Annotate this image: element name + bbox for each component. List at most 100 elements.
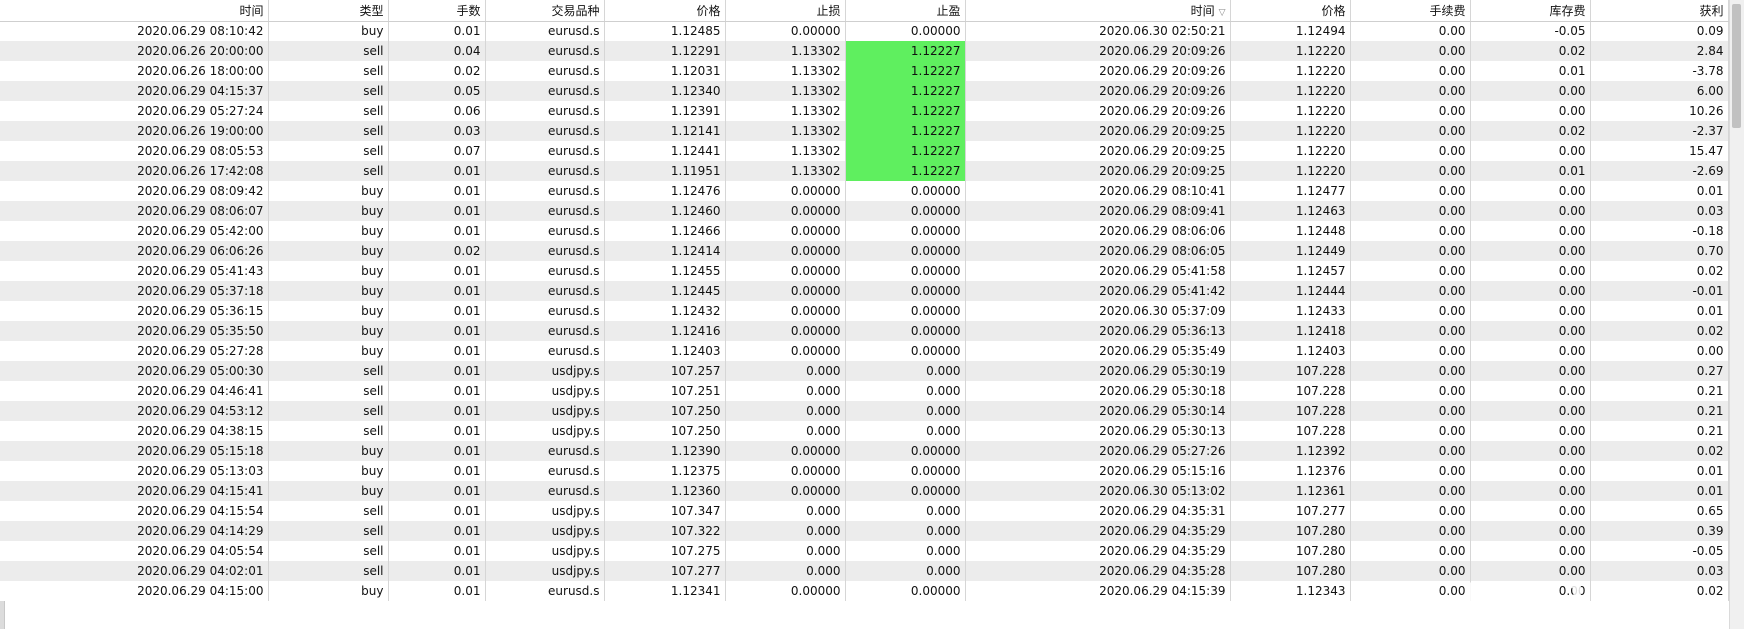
table-row[interactable]: 2020.06.29 04:15:37 sell 0.05 eurusd.s 1.123…: [0, 81, 1729, 101]
cell-close-time: 2020.06.29 04:35:29: [965, 521, 1231, 541]
cell-stop-loss: 0.00000: [725, 301, 846, 321]
cell-close-price: 107.277: [1230, 501, 1351, 521]
scrollbar-thumb[interactable]: [1732, 4, 1741, 128]
cell-symbol: eurusd.s: [485, 341, 605, 361]
column-header-volume[interactable]: 手数: [388, 0, 486, 22]
cell-close-price: 1.12433: [1230, 301, 1351, 321]
column-header-close-price[interactable]: 价格: [1230, 0, 1351, 22]
table-row[interactable]: 2020.06.29 04:05:54 sell 0.01 usdjpy.s 107.2…: [0, 541, 1729, 561]
cell-swap: 0.00: [1470, 221, 1591, 241]
cell-open-time: 2020.06.29 04:15:54: [0, 501, 269, 521]
table-row[interactable]: 2020.06.29 04:15:00 buy 0.01 eurusd.s 1.1234…: [0, 581, 1729, 601]
table-row[interactable]: 2020.06.26 18:00:00 sell 0.02 eurusd.s 1.120…: [0, 61, 1729, 81]
cell-symbol: eurusd.s: [485, 321, 605, 341]
table-row[interactable]: 2020.06.29 08:10:42 buy 0.01 eurusd.s 1.1248…: [0, 21, 1729, 41]
cell-symbol: eurusd.s: [485, 281, 605, 301]
column-header-open-time[interactable]: 时间: [0, 0, 269, 22]
cell-open-price: 1.12031: [604, 61, 726, 81]
table-row[interactable]: 2020.06.29 05:15:18 buy 0.01 eurusd.s 1.1239…: [0, 441, 1729, 461]
cell-stop-loss: 1.13302: [725, 101, 846, 121]
cell-type: sell: [268, 61, 389, 81]
table-row[interactable]: 2020.06.29 05:37:18 buy 0.01 eurusd.s 1.1244…: [0, 281, 1729, 301]
cell-open-price: 107.250: [604, 401, 726, 421]
cell-symbol: eurusd.s: [485, 301, 605, 321]
cell-commission: 0.00: [1350, 201, 1471, 221]
table-row[interactable]: 2020.06.29 05:13:03 buy 0.01 eurusd.s 1.1237…: [0, 461, 1729, 481]
column-header-swap[interactable]: 库存费: [1470, 0, 1591, 22]
cell-take-profit: 0.00000: [845, 321, 966, 341]
cell-take-profit: 1.12227: [845, 101, 966, 121]
column-header-close-time[interactable]: 时间 ▽: [965, 0, 1231, 22]
cell-commission: 0.00: [1350, 61, 1471, 81]
table-row[interactable]: 2020.06.29 05:41:43 buy 0.01 eurusd.s 1.1245…: [0, 261, 1729, 281]
cell-stop-loss: 0.000: [725, 541, 846, 561]
table-row[interactable]: 2020.06.29 05:36:15 buy 0.01 eurusd.s 1.1243…: [0, 301, 1729, 321]
cell-open-price: 1.12485: [604, 21, 726, 41]
cell-stop-loss: 0.000: [725, 381, 846, 401]
table-row[interactable]: 2020.06.29 04:15:54 sell 0.01 usdjpy.s 107.3…: [0, 501, 1729, 521]
cell-commission: 0.00: [1350, 541, 1471, 561]
cell-swap: -0.05: [1470, 21, 1591, 41]
column-header-profit[interactable]: 获利: [1590, 0, 1729, 22]
cell-close-price: 1.12444: [1230, 281, 1351, 301]
cell-type: buy: [268, 21, 389, 41]
table-row[interactable]: 2020.06.29 08:06:07 buy 0.01 eurusd.s 1.1246…: [0, 201, 1729, 221]
table-row[interactable]: 2020.06.29 05:35:50 buy 0.01 eurusd.s 1.1241…: [0, 321, 1729, 341]
cell-close-time: 2020.06.29 05:35:49: [965, 341, 1231, 361]
cell-take-profit: 0.00000: [845, 181, 966, 201]
table-row[interactable]: 2020.06.26 19:00:00 sell 0.03 eurusd.s 1.121…: [0, 121, 1729, 141]
cell-close-time: 2020.06.29 20:09:25: [965, 121, 1231, 141]
cell-commission: 0.00: [1350, 481, 1471, 501]
cell-open-price: 1.12391: [604, 101, 726, 121]
table-row[interactable]: 2020.06.29 04:02:01 sell 0.01 usdjpy.s 107.2…: [0, 561, 1729, 581]
cell-close-price: 1.12477: [1230, 181, 1351, 201]
cell-volume: 0.03: [388, 121, 486, 141]
table-row[interactable]: 2020.06.29 04:53:12 sell 0.01 usdjpy.s 107.2…: [0, 401, 1729, 421]
table-row[interactable]: 2020.06.29 06:06:26 buy 0.02 eurusd.s 1.1241…: [0, 241, 1729, 261]
table-row[interactable]: 2020.06.29 08:09:42 buy 0.01 eurusd.s 1.1247…: [0, 181, 1729, 201]
cell-type: sell: [268, 381, 389, 401]
cell-symbol: usdjpy.s: [485, 501, 605, 521]
table-row[interactable]: 2020.06.29 04:38:15 sell 0.01 usdjpy.s 107.2…: [0, 421, 1729, 441]
cell-take-profit: 1.12227: [845, 61, 966, 81]
cell-volume: 0.01: [388, 521, 486, 541]
cell-profit: 0.65: [1590, 501, 1729, 521]
cell-open-time: 2020.06.29 04:46:41: [0, 381, 269, 401]
table-row[interactable]: 2020.06.29 05:27:28 buy 0.01 eurusd.s 1.1240…: [0, 341, 1729, 361]
cell-commission: 0.00: [1350, 561, 1471, 581]
cell-close-price: 1.12449: [1230, 241, 1351, 261]
cell-type: sell: [268, 501, 389, 521]
column-header-type[interactable]: 类型: [268, 0, 389, 22]
table-row[interactable]: 2020.06.29 08:05:53 sell 0.07 eurusd.s 1.124…: [0, 141, 1729, 161]
column-header-commission[interactable]: 手续费: [1350, 0, 1471, 22]
table-row[interactable]: 2020.06.26 20:00:00 sell 0.04 eurusd.s 1.122…: [0, 41, 1729, 61]
table-row[interactable]: 2020.06.29 04:15:41 buy 0.01 eurusd.s 1.1236…: [0, 481, 1729, 501]
cell-commission: 0.00: [1350, 421, 1471, 441]
table-row[interactable]: 2020.06.29 04:46:41 sell 0.01 usdjpy.s 107.2…: [0, 381, 1729, 401]
cell-open-price: 1.12340: [604, 81, 726, 101]
cell-open-time: 2020.06.29 08:05:53: [0, 141, 269, 161]
cell-stop-loss: 0.000: [725, 421, 846, 441]
column-header-stop-loss[interactable]: 止损: [725, 0, 846, 22]
cell-open-price: 1.12432: [604, 301, 726, 321]
cell-commission: 0.00: [1350, 221, 1471, 241]
table-row[interactable]: 2020.06.29 05:42:00 buy 0.01 eurusd.s 1.1246…: [0, 221, 1729, 241]
table-row[interactable]: 2020.06.26 17:42:08 sell 0.01 eurusd.s 1.119…: [0, 161, 1729, 181]
table-row[interactable]: 2020.06.29 05:00:30 sell 0.01 usdjpy.s 107.2…: [0, 361, 1729, 381]
column-header-symbol[interactable]: 交易品种: [485, 0, 605, 22]
cell-open-time: 2020.06.29 04:02:01: [0, 561, 269, 581]
cell-take-profit: 0.000: [845, 381, 966, 401]
cell-symbol: usdjpy.s: [485, 401, 605, 421]
column-header-take-profit[interactable]: 止盈: [845, 0, 966, 22]
cell-volume: 0.05: [388, 81, 486, 101]
table-row[interactable]: 2020.06.29 04:14:29 sell 0.01 usdjpy.s 107.3…: [0, 521, 1729, 541]
cell-stop-loss: 0.000: [725, 501, 846, 521]
column-header-open-price[interactable]: 价格: [604, 0, 726, 22]
cell-close-price: 1.12403: [1230, 341, 1351, 361]
cell-profit: 0.01: [1590, 181, 1729, 201]
vertical-scrollbar[interactable]: [1729, 0, 1744, 629]
cell-open-price: 1.12403: [604, 341, 726, 361]
cell-take-profit: 0.000: [845, 521, 966, 541]
table-row[interactable]: 2020.06.29 05:27:24 sell 0.06 eurusd.s 1.123…: [0, 101, 1729, 121]
cell-swap: 0.00: [1470, 441, 1591, 461]
